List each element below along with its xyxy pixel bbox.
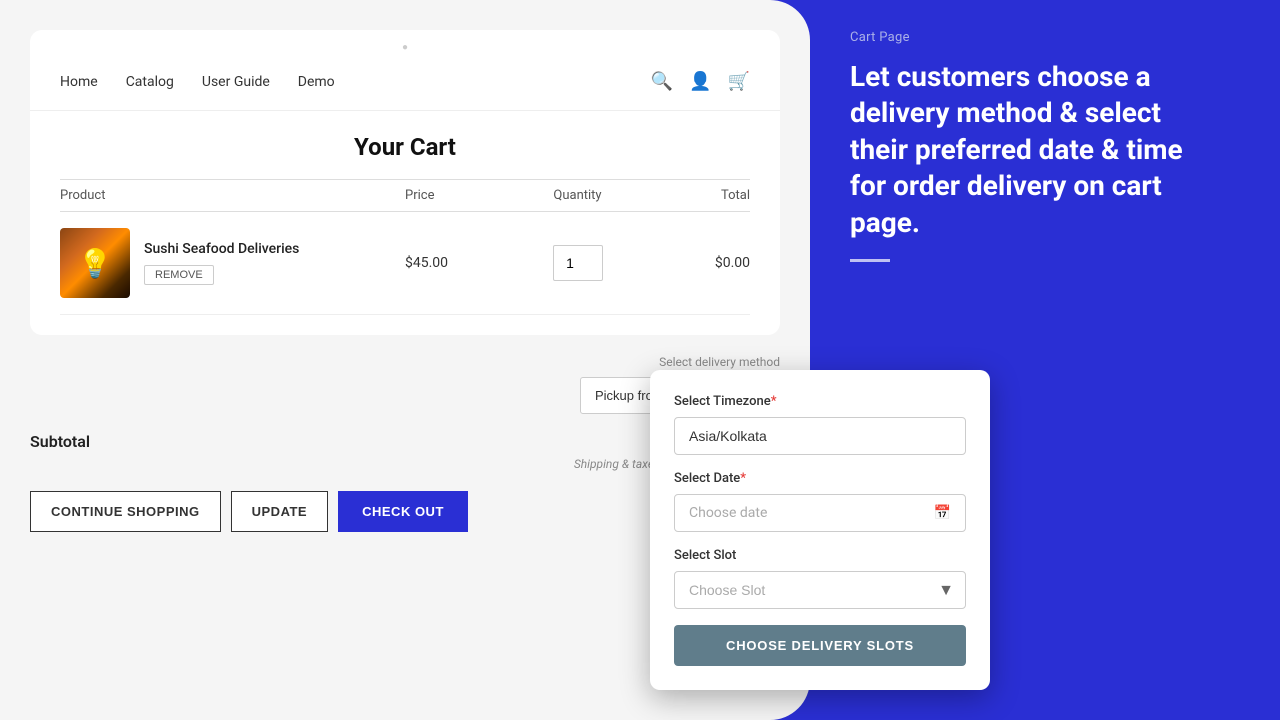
nav-demo[interactable]: Demo: [298, 74, 335, 90]
cart-table-header: Product Price Quantity Total: [60, 179, 750, 212]
nav-icons: 🔍 👤 🛒: [651, 71, 750, 92]
nav-links: Home Catalog User Guide Demo: [60, 74, 651, 90]
cart-card: ● Home Catalog User Guide Demo 🔍 👤 🛒 You…: [30, 30, 780, 335]
nav-user-guide[interactable]: User Guide: [202, 74, 270, 90]
item-info: Sushi Seafood Deliveries REMOVE: [144, 241, 299, 285]
quantity-input[interactable]: [553, 245, 603, 281]
slot-label: Select Slot: [674, 548, 966, 563]
account-icon[interactable]: 👤: [689, 71, 711, 92]
slot-select-wrap: Choose Slot ▼: [674, 571, 966, 609]
item-total: $0.00: [635, 255, 750, 271]
item-price: $45.00: [405, 255, 520, 271]
navigation: Home Catalog User Guide Demo 🔍 👤 🛒: [30, 53, 780, 111]
item-image: 💡: [60, 228, 130, 298]
item-image-inner: 💡: [60, 228, 130, 298]
cart-content: Your Cart Product Price Quantity Total 💡: [30, 111, 780, 335]
delivery-config-card: Select Timezone* Select Date* Choose dat…: [650, 370, 990, 690]
slot-select[interactable]: Choose Slot: [674, 571, 966, 609]
item-product: 💡 Sushi Seafood Deliveries REMOVE: [60, 228, 405, 298]
choose-delivery-slots-button[interactable]: CHOOSE DELIVERY SLOTS: [674, 625, 966, 666]
slot-field: Select Slot Choose Slot ▼: [674, 548, 966, 609]
promo-text: Let customers choose a delivery method &…: [850, 59, 1190, 241]
timezone-field: Select Timezone*: [674, 394, 966, 455]
remove-button[interactable]: REMOVE: [144, 265, 214, 285]
item-bulb-icon: 💡: [78, 247, 113, 280]
nav-catalog[interactable]: Catalog: [126, 74, 174, 90]
right-panel: Cart Page Let customers choose a deliver…: [810, 0, 1280, 720]
continue-shopping-button[interactable]: CONTINUE SHOPPING: [30, 491, 221, 532]
col-price-header: Price: [405, 188, 520, 203]
nav-home[interactable]: Home: [60, 74, 98, 90]
required-marker-2: *: [740, 471, 746, 486]
timezone-input[interactable]: [674, 417, 966, 455]
item-name: Sushi Seafood Deliveries: [144, 241, 299, 257]
cart-title: Your Cart: [60, 111, 750, 179]
col-total-header: Total: [635, 188, 750, 203]
table-row: 💡 Sushi Seafood Deliveries REMOVE $45.00…: [60, 212, 750, 315]
section-label: Cart Page: [850, 30, 1240, 45]
promo-divider: [850, 259, 890, 262]
date-placeholder: Choose date: [689, 505, 767, 521]
calendar-icon: 📅: [934, 505, 951, 521]
timezone-label: Select Timezone*: [674, 394, 966, 409]
col-product-header: Product: [60, 188, 405, 203]
search-icon[interactable]: 🔍: [651, 71, 673, 92]
col-qty-header: Quantity: [520, 188, 635, 203]
date-label: Select Date*: [674, 471, 966, 486]
subtotal-label: Subtotal: [30, 432, 90, 451]
update-button[interactable]: UPDATE: [231, 491, 328, 532]
checkout-button[interactable]: CHECK OUT: [338, 491, 468, 532]
date-field: Select Date* Choose date 📅: [674, 471, 966, 532]
required-marker: *: [771, 394, 777, 409]
cart-icon[interactable]: 🛒: [728, 71, 750, 92]
delivery-method-label: Select delivery method: [659, 355, 780, 369]
date-input[interactable]: Choose date 📅: [674, 494, 966, 532]
item-quantity: [520, 245, 635, 281]
top-dot: ●: [30, 30, 780, 53]
